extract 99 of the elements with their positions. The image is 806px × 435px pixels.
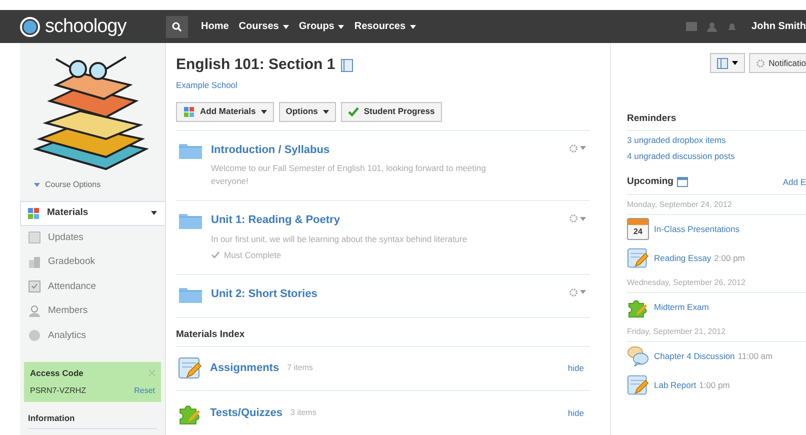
layout-icon [716, 58, 728, 68]
toolbar-button[interactable]: Student Progress [340, 102, 442, 122]
course-title: English 101: Section 1 [176, 55, 336, 75]
reset-link[interactable]: Reset [134, 385, 155, 397]
nav-link[interactable]: Groups [294, 19, 350, 34]
sidebar-item[interactable]: Updates [22, 226, 165, 250]
event-link[interactable]: Midterm Exam [654, 300, 709, 314]
reminder-link[interactable]: 3 ungraded dropbox items [627, 134, 806, 148]
gear-menu-button[interactable] [569, 288, 586, 297]
user-menu[interactable]: John Smith [752, 19, 806, 34]
folder-link[interactable]: Unit 1: Reading & Poetry [211, 212, 560, 229]
clipboard-icon [28, 280, 41, 294]
school-link[interactable]: Example School [176, 78, 354, 92]
folder-link[interactable]: Introduction / Syllabus [211, 142, 560, 158]
caret-icon [580, 146, 586, 150]
add-materials-icon [183, 106, 195, 118]
sidebar-item[interactable]: Materials [20, 201, 166, 226]
caret-icon [410, 24, 416, 28]
event-link[interactable]: Chapter 4 Discussion [654, 350, 735, 362]
pencil-paper-icon [627, 247, 649, 269]
sidebar-item[interactable]: Gradebook [22, 250, 165, 274]
search-button[interactable] [166, 16, 188, 38]
event-time: 2:00 pm [714, 252, 745, 264]
item-count: 7 items [287, 362, 314, 374]
speech-bubbles-icon [627, 345, 649, 367]
sidebar-item[interactable]: Attendance [22, 274, 165, 299]
access-code-title: Access Code [30, 367, 84, 380]
course-options-link[interactable]: Course Options [34, 179, 165, 191]
folder-icon [179, 286, 202, 303]
pencil-paper-icon [627, 374, 649, 396]
logo-text: schoology [45, 17, 126, 36]
settings-icon [569, 214, 578, 224]
caret-icon [580, 290, 586, 294]
section-heading: Reminders [627, 112, 806, 132]
schoology-logo[interactable]: schoology [20, 16, 160, 36]
notifications-button[interactable]: Notificatio [748, 53, 806, 73]
search-icon [172, 22, 182, 32]
date-heading: Wednesday, September 26, 2012 [627, 276, 806, 292]
sidebar-item[interactable]: Members [22, 299, 165, 324]
bell-icon[interactable] [726, 22, 737, 32]
checkmark-icon [211, 251, 220, 260]
materials-icon [27, 206, 40, 220]
event-link[interactable]: Reading Essay [654, 252, 712, 264]
settings-icon [569, 144, 578, 153]
item-count: 3 items [290, 406, 318, 419]
folder-description: Welcome to our Fall Semester of English 101, looking forward to meeting everyone! [211, 162, 487, 188]
settings-icon [569, 288, 578, 297]
caret-icon [260, 110, 267, 114]
person-icon [28, 304, 41, 318]
add-event-link[interactable]: Add E [782, 176, 806, 189]
gear-menu-button[interactable] [569, 144, 586, 153]
caret-icon [580, 216, 586, 221]
folder-description: In our first unit, we will be learning about the syntax behind literature [211, 232, 468, 246]
folder-icon [179, 142, 202, 159]
sidebar-item[interactable]: Analytics [22, 324, 165, 348]
category-link[interactable]: Tests/Quizzes [210, 404, 283, 422]
caret-icon [151, 211, 157, 216]
reminder-link[interactable]: 4 ungraded discussion posts [627, 150, 806, 164]
event-time: 1:00 pm [699, 378, 730, 392]
pencil-paper-icon [178, 356, 202, 380]
mail-icon[interactable] [686, 22, 697, 31]
section-heading: Materials Index [176, 328, 590, 347]
globe-icon [28, 329, 41, 342]
date-heading: Friday, September 21, 2012 [627, 326, 806, 342]
folder-icon [179, 213, 202, 230]
hide-link[interactable]: hide [568, 362, 584, 375]
toolbar-button[interactable]: Options [278, 102, 336, 122]
event-link[interactable]: Lab Report [654, 378, 696, 392]
caret-icon [338, 24, 344, 28]
people-icon[interactable] [706, 22, 717, 32]
nav-link[interactable]: Home [196, 19, 234, 34]
caret-icon [282, 24, 289, 28]
document-icon [28, 231, 41, 244]
toolbar-button[interactable]: Add Materials [176, 102, 274, 122]
settings-icon [756, 58, 765, 68]
calendar-icon [677, 177, 688, 188]
event-time: 11:00 am [738, 350, 773, 362]
nav-link[interactable]: Courses [234, 19, 294, 34]
folder-link[interactable]: Unit 2: Short Stories [211, 286, 560, 302]
layout-button[interactable] [710, 53, 745, 73]
caret-icon [34, 183, 40, 187]
calendar-day: 24 [628, 225, 648, 239]
caret-icon [732, 61, 738, 65]
nav-link[interactable]: Resources [349, 19, 421, 34]
gear-menu-button[interactable] [569, 214, 586, 224]
section-heading: Upcoming [627, 175, 674, 190]
close-icon [149, 370, 155, 376]
access-code: PSRN7-VZRHZ [30, 385, 86, 397]
hide-link[interactable]: hide [568, 406, 584, 420]
event-link[interactable]: In-Class Presentations [654, 222, 740, 236]
logo-circle-icon [20, 16, 40, 36]
date-heading: Monday, September 24, 2012 [627, 198, 806, 214]
book-icon [341, 58, 354, 72]
category-link[interactable]: Assignments [210, 360, 280, 377]
caret-icon [322, 110, 329, 114]
grade-icon [28, 256, 41, 269]
section-heading: Information [28, 412, 157, 429]
requirement-label: Must Complete [224, 248, 282, 262]
checkmark-icon [348, 106, 359, 117]
